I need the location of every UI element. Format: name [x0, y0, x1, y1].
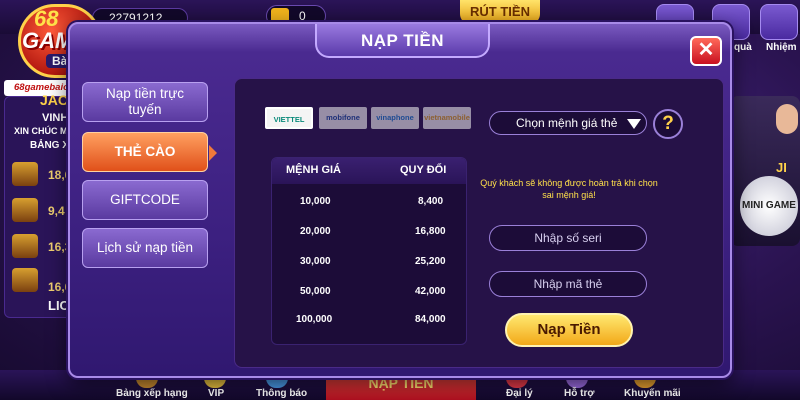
mission-icon[interactable] — [760, 4, 798, 40]
menu-online-deposit[interactable]: Nạp tiền trực tuyến — [82, 82, 208, 122]
coin-value: 0 — [299, 9, 306, 23]
column-header-denomination: MỆNH GIÁ — [286, 164, 341, 176]
close-button[interactable]: ✕ — [690, 36, 722, 66]
menu-label: GIFTCODE — [110, 192, 180, 207]
notice-tab[interactable]: Thông báo — [256, 388, 307, 399]
ranking-tab[interactable]: Bảng xếp hạng — [116, 388, 188, 399]
game-thumb[interactable] — [12, 162, 38, 186]
table-cell: 10,000 — [300, 196, 331, 207]
game-thumb[interactable] — [12, 268, 38, 292]
game-thumb[interactable] — [12, 234, 38, 258]
close-icon: ✕ — [697, 39, 715, 61]
help-button[interactable]: ? — [653, 109, 683, 139]
game-thumb[interactable] — [12, 198, 38, 222]
vip-tab[interactable]: VIP — [208, 388, 224, 399]
table-cell: 100,000 — [296, 314, 333, 325]
menu-history[interactable]: Lịch sử nạp tiền — [82, 228, 208, 268]
carrier-mobifone[interactable]: mobifone — [319, 107, 367, 129]
deposit-dialog: NẠP TIỀN ✕ Nạp tiền trực tuyến THẺ CÀO G… — [68, 22, 732, 378]
jackpot-title: JAC — [40, 92, 69, 108]
denomination-select[interactable]: Chọn mệnh giá thẻ — [489, 111, 647, 135]
menu-label: Lịch sử nạp tiền — [96, 240, 194, 255]
card-deposit-panel: VIETTEL mobifone vinaphone vietnamobile … — [234, 78, 724, 368]
agent-tab[interactable]: Đại lý — [506, 388, 533, 399]
rate-table: MỆNH GIÁ QUY ĐỔI 10,000 8,400 20,000 16,… — [271, 157, 467, 345]
table-cell: 8,400 — [418, 196, 444, 207]
menu-label: Nạp tiền trực tuyến — [105, 86, 185, 117]
ji-label: JI — [776, 160, 787, 175]
menu-card-deposit[interactable]: THẺ CÀO — [82, 132, 208, 172]
table-cell: 20,000 — [300, 226, 331, 237]
deposit-submit-button[interactable]: Nạp Tiền — [505, 313, 633, 347]
support-tab[interactable]: Hỗ trợ — [564, 388, 594, 399]
table-cell: 16,800 — [415, 226, 446, 237]
table-cell: 30,000 — [300, 256, 331, 267]
ranking-label: BẢNG X — [30, 140, 69, 151]
greeting-label: XIN CHÚC MU — [14, 126, 74, 136]
warning-text: Quý khách sẽ không được hoàn trả khi chọ… — [480, 178, 658, 200]
mini-game-button[interactable]: MINI GAME — [740, 176, 798, 236]
caret-down-icon[interactable] — [627, 119, 641, 129]
gift-label: quà — [734, 42, 752, 53]
serial-input[interactable]: Nhập số seri — [489, 225, 647, 251]
table-cell: 25,200 — [415, 256, 446, 267]
menu-giftcode[interactable]: GIFTCODE — [82, 180, 208, 220]
promo-tab[interactable]: Khuyến mãi — [624, 388, 681, 399]
lic-label: LIC — [48, 298, 69, 313]
menu-label: THẺ CÀO — [114, 144, 176, 159]
table-cell: 50,000 — [300, 286, 331, 297]
jackpot-value: 9,4 — [48, 204, 65, 218]
carrier-vinaphone[interactable]: vinaphone — [371, 107, 419, 129]
mission-label: Nhiệm — [766, 42, 797, 53]
carrier-vietnamobile[interactable]: vietnamobile — [423, 107, 471, 129]
active-arrow-icon — [209, 145, 217, 161]
vinh-label: VINH — [42, 112, 69, 124]
character-face — [776, 104, 798, 134]
table-cell: 42,000 — [415, 286, 446, 297]
card-code-input[interactable]: Nhập mã thẻ — [489, 271, 647, 297]
dialog-title: NẠP TIỀN — [360, 31, 445, 50]
withdraw-button[interactable]: RÚT TIỀN — [460, 0, 540, 24]
column-header-exchange: QUY ĐỔI — [400, 164, 447, 176]
carrier-viettel[interactable]: VIETTEL — [265, 107, 313, 129]
table-cell: 84,000 — [415, 314, 446, 325]
